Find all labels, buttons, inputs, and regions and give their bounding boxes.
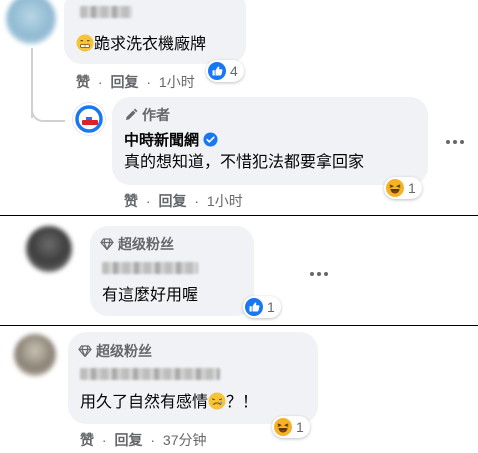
comment-text-content: 用久了自然有感情 [80, 394, 209, 411]
avatar[interactable] [26, 226, 72, 272]
reaction-summary[interactable]: 4 [206, 60, 244, 82]
more-options-icon [446, 140, 450, 144]
haha-reaction-icon [274, 418, 292, 436]
comment-panel-2: 超级粉丝 有這麼好用喔 1 [0, 216, 478, 326]
comment-bubble: 超级粉丝 有這麼好用喔 [90, 226, 254, 316]
badge-label: 超级粉丝 [96, 343, 152, 359]
redacted-author-name [80, 6, 132, 18]
comment-bubble: 超级粉丝 用久了自然有感情 ？！ [68, 332, 318, 424]
separator: · [194, 193, 200, 209]
more-options-button[interactable] [304, 264, 334, 284]
comment-text: 用久了自然有感情 ？！ [80, 392, 258, 413]
comment-text: 跪求洗衣機廠牌 [76, 34, 206, 55]
separator: · [145, 193, 151, 209]
timestamp[interactable]: 1小时 [207, 193, 243, 209]
verified-badge-icon [203, 132, 218, 147]
reaction-count: 4 [230, 63, 238, 79]
more-options-button[interactable] [440, 132, 470, 152]
comment-panel-1: 跪求洗衣機廠牌 4 赞 · 回复 · 1小时 作者 中時新聞網 真的想知道，不惜… [0, 0, 478, 216]
fan-badge: 超级粉丝 [78, 341, 152, 361]
more-options-icon [310, 272, 314, 276]
badge-label: 超级粉丝 [118, 236, 174, 252]
avatar[interactable] [6, 0, 56, 44]
reply-button[interactable]: 回复 [110, 74, 138, 90]
timestamp[interactable]: 37分钟 [163, 432, 207, 448]
reaction-summary[interactable]: 1 [272, 416, 310, 438]
author-badge: 作者 [124, 105, 170, 125]
china-times-logo-icon [75, 105, 103, 133]
reaction-count: 1 [296, 419, 304, 435]
diamond-icon [78, 345, 92, 358]
thread-line [31, 92, 65, 122]
haha-reaction-icon [386, 179, 404, 197]
like-reaction-icon [208, 62, 226, 80]
comment-text-content: 跪求洗衣機廠牌 [94, 36, 207, 53]
reaction-summary[interactable]: 1 [243, 296, 281, 318]
redacted-author-name [80, 368, 220, 380]
comment-text: 真的想知道，不惜犯法都要拿回家 [124, 154, 365, 171]
comment-actions: 赞 · 回复 · 1小时 [124, 191, 243, 211]
comment-panel-3: 超级粉丝 用久了自然有感情 ？！ 1 赞 · 回复 · 37分钟 [0, 326, 478, 453]
comment-bubble: 作者 中時新聞網 真的想知道，不惜犯法都要拿回家 [112, 97, 428, 185]
reply-button[interactable]: 回复 [158, 193, 186, 209]
author-name-text[interactable]: 中時新聞網 [124, 129, 199, 150]
badge-label: 作者 [142, 107, 170, 123]
like-button[interactable]: 赞 [80, 432, 94, 448]
author-name[interactable]: 中時新聞網 [124, 129, 218, 150]
sad-tear-emoji-icon [208, 392, 226, 410]
separator: · [101, 432, 107, 448]
page-logo-avatar[interactable] [72, 102, 106, 136]
diamond-icon [100, 238, 114, 251]
reaction-summary[interactable]: 1 [384, 177, 422, 199]
comment-actions: 赞 · 回复 · 1小时 [76, 72, 195, 92]
separator: · [146, 74, 152, 90]
reaction-count: 1 [267, 299, 275, 315]
timestamp[interactable]: 1小时 [159, 74, 195, 90]
avatar[interactable] [14, 334, 56, 376]
comment-text: 有這麼好用喔 [102, 287, 199, 304]
separator: · [97, 74, 103, 90]
reply-button[interactable]: 回复 [114, 432, 142, 448]
grimace-emoji-icon [76, 34, 94, 52]
reaction-count: 1 [408, 180, 416, 196]
like-button[interactable]: 赞 [124, 193, 138, 209]
comment-actions: 赞 · 回复 · 37分钟 [80, 430, 206, 450]
redacted-author-name [102, 262, 198, 274]
like-reaction-icon [245, 298, 263, 316]
separator: · [150, 432, 156, 448]
pencil-icon [126, 108, 138, 120]
comment-text-suffix: ？！ [226, 394, 259, 411]
fan-badge: 超级粉丝 [100, 234, 174, 254]
like-button[interactable]: 赞 [76, 74, 90, 90]
comment-bubble: 跪求洗衣機廠牌 [64, 0, 246, 64]
